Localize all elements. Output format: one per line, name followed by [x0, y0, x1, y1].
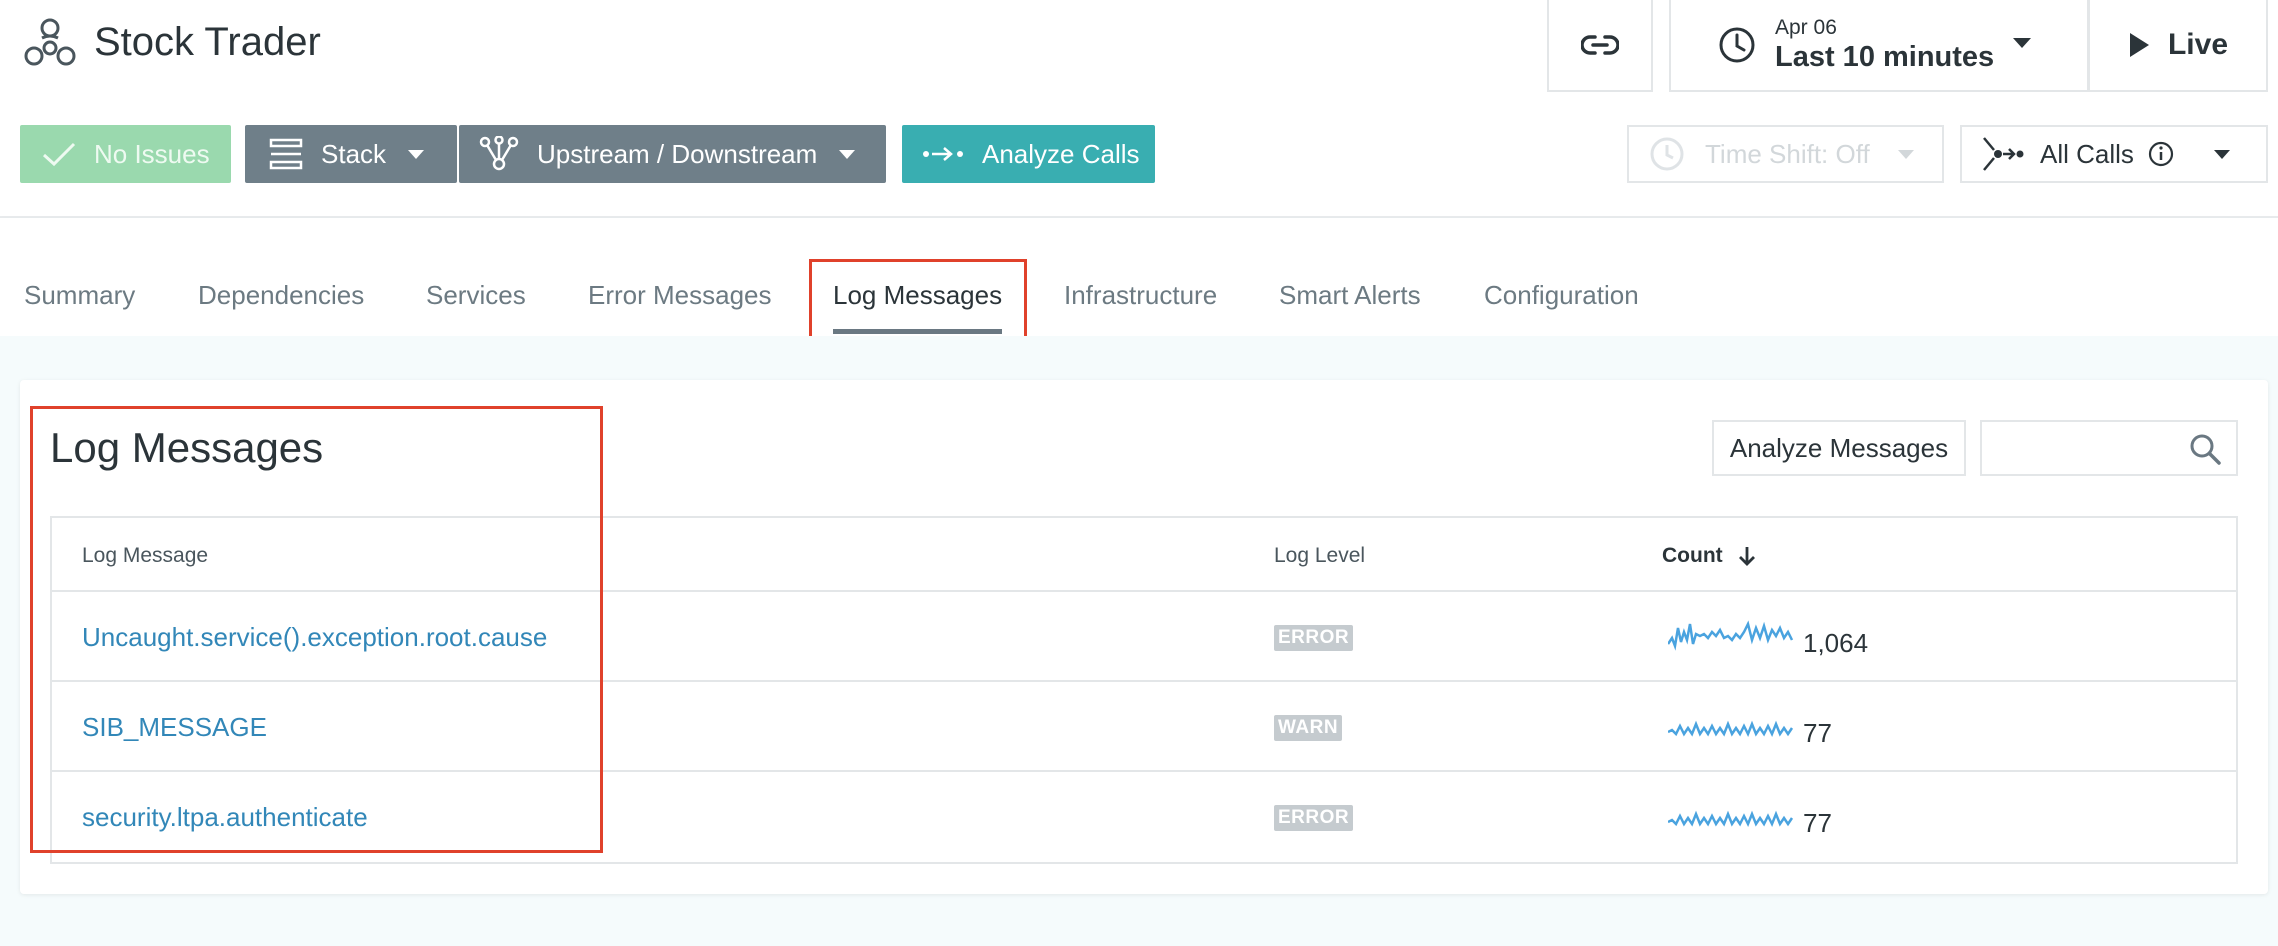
count-value: 1,064 [1803, 628, 1869, 658]
sparkline-chart [1668, 620, 1794, 651]
tab-dependencies[interactable]: Dependencies [198, 280, 364, 311]
all-calls-dropdown[interactable]: All Calls [1960, 125, 2268, 183]
count-header-label: Count [1662, 544, 1723, 567]
clock-icon [1650, 137, 1684, 171]
tab-smart-alerts[interactable]: Smart Alerts [1279, 280, 1421, 311]
stack-icon [269, 138, 303, 170]
no-issues-button[interactable]: No Issues [20, 125, 231, 183]
analyze-calls-button[interactable]: Analyze Calls [902, 125, 1155, 183]
time-shift-dropdown[interactable]: Time Shift: Off [1627, 125, 1944, 183]
chevron-down-icon [2213, 149, 2230, 159]
count-value: 77 [1803, 718, 1832, 748]
upstream-downstream-dropdown[interactable]: Upstream / Downstream [459, 125, 886, 183]
link-icon [1581, 35, 1619, 55]
time-shift-label: Time Shift: Off [1705, 138, 1870, 169]
upstream-downstream-label: Upstream / Downstream [537, 138, 818, 169]
tab-bar: Summary Dependencies Services Error Mess… [0, 218, 2278, 336]
tab-services[interactable]: Services [426, 280, 526, 311]
chevron-down-icon [408, 149, 425, 159]
tab-error-messages[interactable]: Error Messages [588, 280, 772, 311]
search-icon[interactable] [2188, 432, 2222, 466]
time-range-label: Last 10 minutes [1775, 41, 1995, 73]
services-cluster-icon [24, 18, 76, 66]
tab-configuration[interactable]: Configuration [1484, 280, 1639, 311]
log-level-badge: ERROR [1274, 625, 1354, 651]
checkmark-icon [42, 142, 76, 167]
copy-link-button[interactable] [1547, 0, 1653, 92]
chevron-down-icon [2013, 38, 2031, 48]
app-header: Stock Trader Apr 06 Last 10 minutes Live [0, 0, 2278, 92]
info-icon[interactable] [2148, 141, 2174, 167]
sparkline-chart [1668, 810, 1794, 828]
dependency-graph-icon [479, 136, 519, 171]
analyze-flow-icon [923, 147, 963, 161]
live-label: Live [2167, 28, 2229, 61]
highlight-box-panel [30, 406, 603, 853]
log-level-badge: WARN [1274, 715, 1343, 741]
log-level-badge: ERROR [1274, 805, 1354, 831]
column-header-count[interactable]: Count [1662, 544, 1757, 568]
clock-icon [1719, 27, 1755, 63]
time-range-picker[interactable]: Apr 06 Last 10 minutes [1669, 0, 2089, 92]
analyze-calls-label: Analyze Calls [982, 138, 1140, 169]
analyze-messages-button[interactable]: Analyze Messages [1712, 420, 1966, 476]
app-title: Stock Trader [94, 20, 321, 64]
count-value: 77 [1803, 808, 1832, 838]
tab-infrastructure[interactable]: Infrastructure [1064, 280, 1217, 311]
column-header-log-level[interactable]: Log Level [1274, 544, 1365, 568]
stack-label: Stack [321, 138, 387, 169]
sparkline-chart [1668, 720, 1794, 738]
search-input[interactable] [1980, 420, 2238, 476]
all-calls-label: All Calls [2040, 138, 2134, 169]
time-date: Apr 06 [1775, 16, 1837, 39]
stack-dropdown[interactable]: Stack [245, 125, 457, 183]
no-issues-label: No Issues [94, 138, 210, 169]
play-icon [2129, 33, 2149, 57]
live-button[interactable]: Live [2088, 0, 2268, 92]
chevron-down-icon [1897, 149, 1914, 159]
call-filter-icon [1983, 137, 2024, 171]
sort-descending-icon [1738, 547, 1755, 566]
chevron-down-icon [839, 149, 856, 159]
tab-summary[interactable]: Summary [24, 280, 135, 311]
